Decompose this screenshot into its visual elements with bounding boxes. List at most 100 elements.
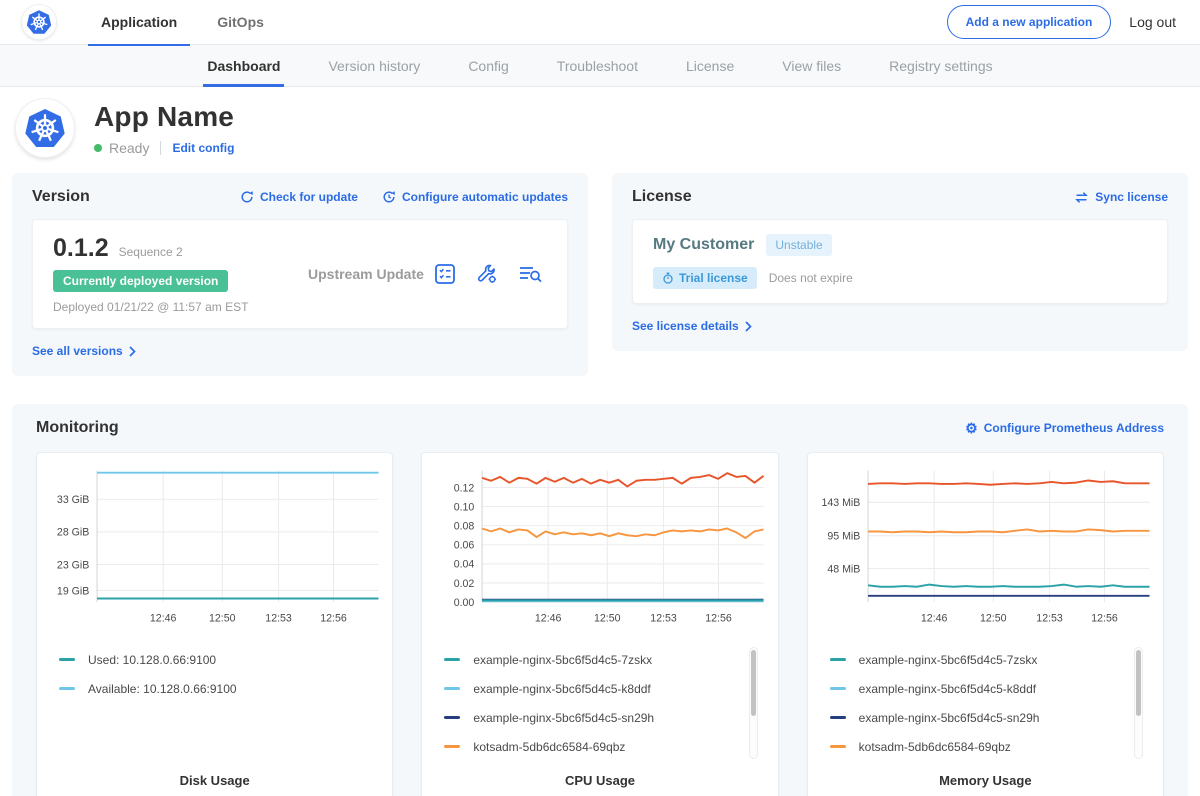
legend-label: Used: 10.128.0.66:9100 — [88, 653, 216, 667]
check-for-update-button[interactable]: Check for update — [240, 190, 358, 204]
see-license-details-label: See license details — [632, 319, 739, 333]
gear-icon: ⚙ — [965, 421, 978, 435]
svg-text:12:53: 12:53 — [265, 612, 292, 624]
tab-registry-settings[interactable]: Registry settings — [889, 45, 992, 87]
monitoring-title: Monitoring — [36, 419, 119, 437]
svg-text:95 MiB: 95 MiB — [827, 531, 860, 543]
configure-automatic-updates-label: Configure automatic updates — [402, 190, 568, 204]
add-application-button[interactable]: Add a new application — [947, 5, 1112, 39]
sync-license-button[interactable]: Sync license — [1074, 190, 1168, 204]
config-wrench-icon[interactable] — [475, 262, 499, 286]
tab-application[interactable]: Application — [88, 0, 190, 45]
chart-title: CPU Usage — [430, 773, 769, 788]
svg-text:12:50: 12:50 — [980, 612, 1007, 624]
license-details-card: My Customer Unstable Trial license Does … — [632, 219, 1168, 304]
legend-label: example-nginx-5bc6f5d4c5-7zskx — [859, 653, 1038, 667]
edit-config-link[interactable]: Edit config — [172, 141, 234, 155]
tab-version-history[interactable]: Version history — [328, 45, 420, 87]
tab-gitops[interactable]: GitOps — [204, 0, 277, 45]
app-logo-kubernetes-icon — [16, 99, 74, 157]
legend-swatch — [444, 716, 460, 719]
page-title: App Name — [94, 101, 234, 133]
legend-swatch — [59, 658, 75, 661]
svg-text:12:56: 12:56 — [1091, 612, 1118, 624]
legend-scrollbar[interactable] — [749, 647, 758, 759]
legend-item: example-nginx-5bc6f5d4c5-sn29h — [444, 703, 739, 732]
license-type-badge: Trial license — [653, 267, 757, 289]
legend-label: kotsadm-5db6dc6584-69qbz — [859, 740, 1011, 754]
svg-text:0.04: 0.04 — [454, 559, 475, 571]
tab-config[interactable]: Config — [468, 45, 508, 87]
top-nav-tabs: Application GitOps — [88, 0, 291, 45]
legend-item: example-nginx-5bc6f5d4c5-7zskx — [444, 645, 739, 674]
svg-text:0.12: 0.12 — [454, 482, 475, 494]
sync-license-label: Sync license — [1095, 190, 1168, 204]
monitoring-section: Monitoring ⚙ Configure Prometheus Addres… — [12, 404, 1188, 796]
logout-button[interactable]: Log out — [1129, 14, 1176, 30]
license-card: License Sync license My Customer Unstabl… — [612, 173, 1188, 351]
legend-label: example-nginx-5bc6f5d4c5-k8ddf — [859, 682, 1036, 696]
svg-text:143 MiB: 143 MiB — [821, 497, 860, 509]
tab-dashboard[interactable]: Dashboard — [207, 45, 280, 87]
legend-item: example-nginx-5bc6f5d4c5-sn29h — [830, 703, 1125, 732]
legend-swatch — [444, 658, 460, 661]
see-license-details-link[interactable]: See license details — [632, 319, 752, 333]
memory-usage-legend: example-nginx-5bc6f5d4c5-7zskx example-ng… — [830, 645, 1145, 763]
scrollbar-thumb[interactable] — [751, 650, 756, 716]
deployed-timestamp: Deployed 01/21/22 @ 11:57 am EST — [53, 300, 308, 314]
svg-text:23 GiB: 23 GiB — [57, 559, 89, 571]
legend-item: kotsadm-5db6dc6584-69qbz — [830, 732, 1125, 761]
svg-text:12:50: 12:50 — [594, 612, 621, 624]
customer-name: My Customer — [653, 236, 754, 254]
deploy-logs-icon[interactable] — [517, 262, 543, 286]
svg-text:19 GiB: 19 GiB — [57, 585, 89, 597]
version-number: 0.1.2 — [53, 234, 109, 263]
tab-troubleshoot[interactable]: Troubleshoot — [557, 45, 638, 87]
svg-text:12:53: 12:53 — [1036, 612, 1063, 624]
svg-text:0.00: 0.00 — [454, 597, 475, 609]
disk-usage-chart: 19 GiB23 GiB28 GiB33 GiB12:4612:5012:531… — [45, 463, 384, 633]
scrollbar-thumb[interactable] — [1136, 650, 1141, 716]
currently-deployed-badge: Currently deployed version — [53, 270, 228, 292]
legend-item: example-nginx-5bc6f5d4c5-7zskx — [830, 645, 1125, 674]
legend-label: example-nginx-5bc6f5d4c5-sn29h — [859, 711, 1040, 725]
tab-view-files[interactable]: View files — [782, 45, 841, 87]
license-expiry: Does not expire — [769, 271, 853, 285]
see-all-versions-link[interactable]: See all versions — [32, 344, 136, 358]
legend-item: example-nginx-5bc6f5d4c5-k8ddf — [444, 674, 739, 703]
configure-prometheus-button[interactable]: ⚙ Configure Prometheus Address — [965, 421, 1164, 435]
auto-update-clock-icon — [382, 190, 396, 204]
tab-application-label: Application — [101, 14, 177, 30]
license-type-label: Trial license — [679, 271, 748, 285]
check-for-update-label: Check for update — [260, 190, 358, 204]
cpu-usage-chart: 0.000.020.040.060.080.100.1212:4612:5012… — [430, 463, 769, 633]
legend-label: kotsadm-5db6dc6584-69qbz — [473, 740, 625, 754]
memory-usage-chart-card: 48 MiB95 MiB143 MiB12:4612:5012:5312:56 … — [807, 452, 1164, 796]
legend-swatch — [830, 716, 846, 719]
stopwatch-icon — [662, 272, 674, 284]
memory-usage-chart: 48 MiB95 MiB143 MiB12:4612:5012:5312:56 — [816, 463, 1155, 633]
configure-automatic-updates-button[interactable]: Configure automatic updates — [382, 190, 568, 204]
svg-text:33 GiB: 33 GiB — [57, 494, 89, 506]
legend-swatch — [444, 687, 460, 690]
svg-text:0.08: 0.08 — [454, 521, 475, 533]
tab-gitops-label: GitOps — [217, 14, 264, 30]
channel-badge: Unstable — [766, 234, 831, 256]
current-version-card: 0.1.2 Sequence 2 Currently deployed vers… — [32, 219, 568, 329]
cards-row: Version Check for update Configure au — [0, 173, 1200, 376]
configure-prometheus-label: Configure Prometheus Address — [984, 421, 1164, 435]
preflight-checks-icon[interactable] — [433, 262, 457, 286]
legend-label: example-nginx-5bc6f5d4c5-sn29h — [473, 711, 654, 725]
svg-text:0.02: 0.02 — [454, 578, 475, 590]
svg-text:28 GiB: 28 GiB — [57, 527, 89, 539]
legend-scrollbar[interactable] — [1134, 647, 1143, 759]
tab-license[interactable]: License — [686, 45, 734, 87]
chevron-right-icon — [129, 346, 136, 357]
chart-title: Disk Usage — [45, 773, 384, 788]
legend-item: kotsadm-5db6dc6584-69qbz — [444, 732, 739, 761]
cpu-usage-legend: example-nginx-5bc6f5d4c5-7zskxexample-ng… — [444, 645, 759, 763]
app-header: App Name Ready Edit config — [0, 87, 1200, 173]
legend-swatch — [444, 745, 460, 748]
svg-text:12:53: 12:53 — [651, 612, 678, 624]
svg-text:12:46: 12:46 — [921, 612, 948, 624]
